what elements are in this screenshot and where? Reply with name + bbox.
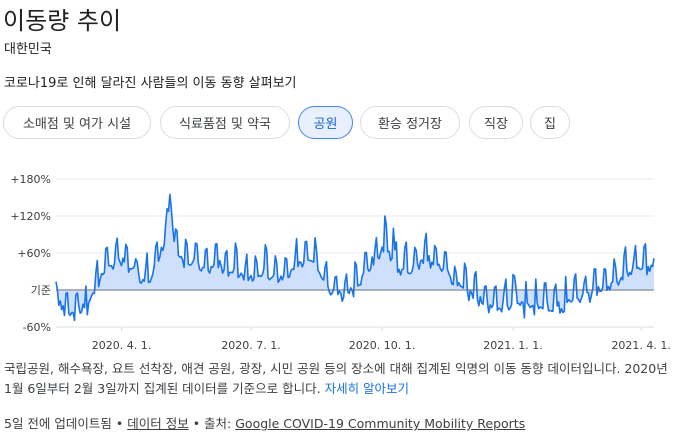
page-title: 이동량 추이 xyxy=(3,7,122,35)
data-note: 국립공원, 해수욕장, 요트 선착장, 애견 공원, 광장, 시민 공원 등의 … xyxy=(4,359,670,399)
tab-retail-recreation[interactable]: 소매점 및 여가 시설 xyxy=(3,106,151,139)
y-tick-label: +120% xyxy=(10,210,51,223)
x-tick-label: 2020. 7. 1. xyxy=(221,339,280,352)
x-tick-label: 2021. 1. 1. xyxy=(483,339,542,352)
source-prefix: • 출처: xyxy=(188,416,236,431)
tab-label: 환승 정거장 xyxy=(378,117,442,132)
y-tick-label: +60% xyxy=(17,247,51,260)
learn-more-link[interactable]: 자세히 알아보기 xyxy=(325,381,409,396)
x-tick-label: 2020. 10. 1. xyxy=(349,339,415,352)
footer: 5일 전에 업데이트됨 • 데이터 정보 • 출처: Google COVID-… xyxy=(4,413,525,432)
tab-label: 식료품점 및 약국 xyxy=(179,117,271,132)
tab-workplaces[interactable]: 직장 xyxy=(469,106,523,139)
source-link[interactable]: Google COVID-19 Community Mobility Repor… xyxy=(235,416,525,431)
data-info-link[interactable]: 데이터 정보 xyxy=(127,416,188,431)
y-tick-label: +180% xyxy=(10,173,51,186)
mobility-chart: +180% +120% +60% 기준 -60% 2020. 4. 1. 2020. 7.… xyxy=(10,173,671,352)
x-tick-label: 2021. 4. 1. xyxy=(611,339,670,352)
tab-label: 직장 xyxy=(484,117,508,132)
y-tick-label: 기준 xyxy=(31,284,51,297)
y-axis-labels: +180% +120% +60% 기준 -60% xyxy=(10,173,51,334)
tab-transit-stations[interactable]: 환승 정거장 xyxy=(360,106,460,139)
tab-label: 집 xyxy=(544,117,556,132)
x-axis-labels: 2020. 4. 1. 2020. 7. 1. 2020. 10. 1. 2021. … xyxy=(92,339,671,352)
tab-label: 소매점 및 여가 시설 xyxy=(22,117,132,132)
tab-residential[interactable]: 집 xyxy=(530,106,570,139)
y-tick-label: -60% xyxy=(23,321,51,334)
tab-parks[interactable]: 공원 xyxy=(298,106,353,139)
tab-label: 공원 xyxy=(313,117,338,132)
chart-series-line xyxy=(55,193,655,322)
region-label: 대한민국 xyxy=(4,42,52,57)
x-tick-label: 2020. 4. 1. xyxy=(92,339,151,352)
updated-text: 5일 전에 업데이트됨 • xyxy=(4,416,128,431)
description: 코로나19로 인해 달라진 사람들의 이동 동향 살펴보기 xyxy=(4,76,297,91)
tab-grocery-pharmacy[interactable]: 식료품점 및 약국 xyxy=(160,106,290,139)
